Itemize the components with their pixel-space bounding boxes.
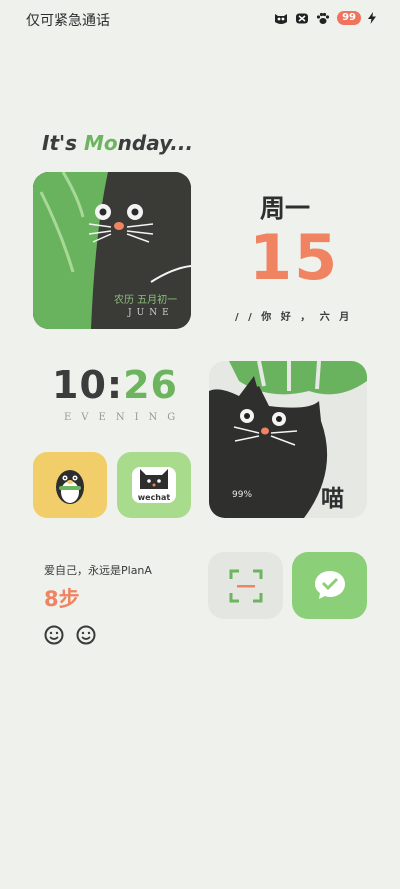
smiley-icon (44, 625, 64, 645)
qq-app-icon[interactable] (33, 452, 107, 518)
wechat-icon (314, 570, 345, 599)
step-count: 8步 (44, 587, 80, 611)
month-greeting: / / 你 好 ， 六 月 (235, 312, 353, 323)
wechat-app-icon[interactable]: wechat (117, 452, 191, 518)
month-english: JUNE (128, 308, 174, 318)
charging-bolt-icon (368, 12, 376, 24)
day-number: 15 (249, 221, 340, 294)
wechat-label: wechat (137, 493, 171, 502)
clock-time: 10:26 (52, 363, 178, 407)
battery-badge: 99 (337, 11, 361, 25)
battery-percent-badge: 99% (226, 487, 259, 503)
mouse-icon (296, 13, 309, 23)
monday-heading: It's Monday... (42, 131, 194, 155)
meow-text: 喵 (321, 486, 344, 512)
scan-app-icon[interactable] (208, 552, 283, 619)
cat-face-icon (275, 13, 288, 24)
weekday-label: 周一 (260, 194, 311, 223)
lunar-date: 农历 五月初一 (114, 295, 178, 306)
motto-text: 爱自己，永远是PlanA (44, 564, 152, 577)
smiley-icon (76, 625, 96, 645)
status-icons: 99 (274, 11, 376, 25)
paw-icon (316, 12, 330, 24)
wechat-pay-icon[interactable] (292, 552, 367, 619)
penguin-icon (56, 470, 84, 504)
status-carrier-text: 仅可紧急通话 (26, 13, 110, 29)
time-period: EVENING (64, 412, 186, 423)
scan-icon (229, 569, 262, 602)
